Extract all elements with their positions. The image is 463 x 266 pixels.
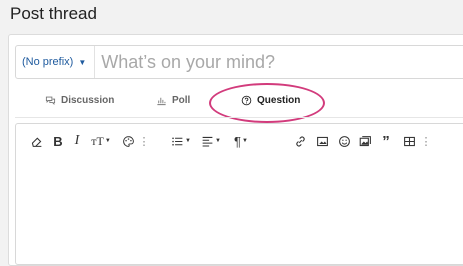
chevron-down-icon: ▼ — [242, 138, 248, 144]
chevron-down-icon: ▼ — [185, 138, 191, 144]
tabs-divider — [15, 117, 463, 118]
tab-poll-label: Poll — [172, 95, 191, 106]
editor-toolbar: B I тT ▼ ⋮ ▼ ▼ ¶ ▼ ” ⋮ — [16, 130, 463, 152]
paragraph-icon: ¶ — [234, 133, 242, 149]
table-button[interactable] — [401, 130, 417, 152]
palette-icon — [122, 135, 134, 147]
image-button[interactable] — [314, 130, 330, 152]
tab-discussion-label: Discussion — [61, 95, 115, 106]
tab-discussion[interactable]: Discussion — [45, 95, 114, 106]
list-icon — [172, 136, 183, 146]
tab-poll[interactable]: Poll — [156, 95, 190, 106]
bold-icon: B — [53, 133, 63, 149]
prefix-dropdown[interactable]: (No prefix) ▼ — [16, 46, 96, 78]
bold-button[interactable]: B — [51, 130, 65, 152]
italic-button[interactable]: I — [71, 130, 83, 152]
image-icon — [316, 136, 328, 146]
comments-icon — [45, 96, 56, 106]
prefix-label: (No prefix) — [22, 56, 74, 68]
list-button[interactable]: ▼ — [168, 130, 194, 152]
chevron-down-icon: ▼ — [104, 138, 111, 144]
smile-icon — [338, 135, 350, 147]
chevron-down-icon: ▼ — [78, 57, 87, 67]
quote-button[interactable]: ” — [378, 130, 394, 152]
table-icon — [403, 136, 415, 146]
text-size-button[interactable]: тT ▼ — [88, 130, 114, 152]
more-options-icon[interactable]: ⋮ — [421, 130, 432, 152]
more-options-icon[interactable]: ⋮ — [139, 130, 150, 152]
chevron-down-icon: ▼ — [215, 138, 221, 144]
post-thread-form: (No prefix) ▼ Discussion Poll Question — [8, 34, 463, 266]
align-button[interactable]: ▼ — [198, 130, 224, 152]
palette-button[interactable] — [120, 130, 136, 152]
page-title: Post thread — [10, 4, 97, 23]
link-icon — [295, 136, 305, 146]
tab-question[interactable]: Question — [241, 95, 300, 106]
bar-chart-icon — [157, 97, 166, 106]
emoji-button[interactable] — [336, 130, 352, 152]
quote-icon: ” — [382, 132, 390, 150]
title-row: (No prefix) ▼ — [15, 45, 463, 79]
link-button[interactable] — [292, 130, 308, 152]
italic-icon: I — [74, 133, 80, 148]
media-button[interactable] — [357, 130, 373, 152]
media-icon — [359, 135, 371, 146]
thread-type-tabs: Discussion Poll Question — [15, 85, 463, 119]
paragraph-button[interactable]: ¶ ▼ — [228, 130, 254, 152]
question-circle-icon — [241, 95, 252, 106]
eraser-icon[interactable] — [28, 130, 44, 152]
text-size-icon: тT — [91, 133, 104, 148]
thread-title-input[interactable] — [95, 46, 463, 78]
tab-question-label: Question — [257, 95, 301, 106]
message-editor[interactable]: B I тT ▼ ⋮ ▼ ▼ ¶ ▼ ” ⋮ — [15, 123, 463, 265]
align-icon — [202, 136, 213, 146]
